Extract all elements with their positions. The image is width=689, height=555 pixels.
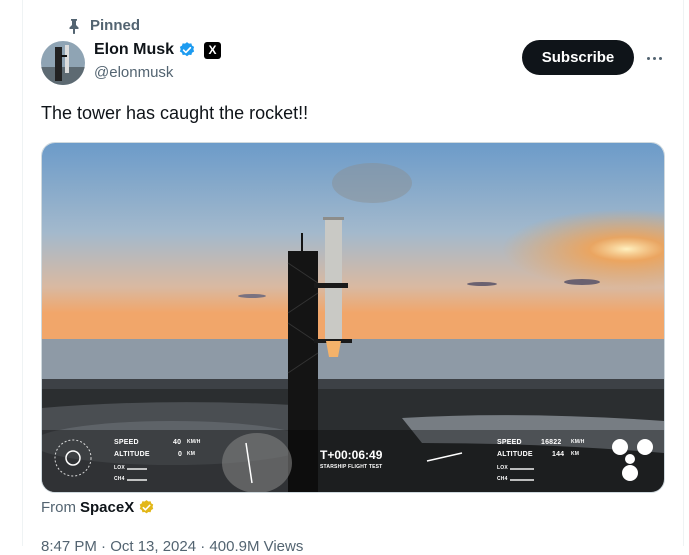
booster-altitude-label: ALTITUDE <box>114 451 150 458</box>
mission-timer: T+00:06:49 <box>320 448 383 462</box>
pin-icon <box>69 18 79 34</box>
booster-speed-label: SPEED <box>114 439 139 446</box>
author-name[interactable]: Elon Musk <box>94 41 174 59</box>
booster-speed-unit: KM/H <box>187 439 201 445</box>
ship-lox-label: LOX <box>497 465 508 471</box>
source-prefix: From <box>41 499 76 516</box>
author-name-row[interactable]: Elon Musk X <box>94 41 222 59</box>
mission-caption: STARSHIP FLIGHT TEST <box>320 464 383 470</box>
booster-speed-value: 40 <box>173 439 182 446</box>
booster-altitude-unit: KM <box>187 451 196 457</box>
subscribe-button[interactable]: Subscribe <box>522 40 634 75</box>
ship-ch4-label: CH4 <box>497 476 508 482</box>
ship-speed-unit: KM/H <box>571 439 585 445</box>
ship-speed-value: 16822 <box>541 439 562 446</box>
tweet-meta[interactable]: 8:47 PM · Oct 13, 2024 · 400.9M Views <box>41 538 303 555</box>
source-attribution: From SpaceX <box>41 499 155 516</box>
ship-ch4-bar <box>510 479 534 481</box>
booster-altitude-value: 0 <box>178 451 183 458</box>
ship-altitude-value: 144 <box>552 451 565 458</box>
ship-altitude-label: ALTITUDE <box>497 451 533 458</box>
booster-lox-bar <box>127 468 147 470</box>
video-player[interactable]: SPEED ALTITUDE 40 KM/H 0 KM LOX CH4 T+00… <box>41 142 665 493</box>
tweet-text: The tower has caught the rocket!! <box>41 103 309 123</box>
ship-lox-bar <box>510 468 534 470</box>
source-name[interactable]: SpaceX <box>80 499 134 516</box>
ship-speed-label: SPEED <box>497 439 522 446</box>
gold-check-icon <box>139 500 154 514</box>
booster-ch4-label: CH4 <box>114 476 125 482</box>
more-icon[interactable] <box>643 48 665 68</box>
author-handle[interactable]: @elonmusk <box>94 64 173 81</box>
affiliate-x-badge-icon: X <box>204 41 222 59</box>
verified-badge-icon <box>179 42 195 57</box>
pinned-label: Pinned <box>90 17 141 34</box>
ship-altitude-unit: KM <box>571 451 580 457</box>
booster-lox-label: LOX <box>114 465 125 471</box>
avatar[interactable] <box>41 41 85 85</box>
pinned-indicator: Pinned <box>68 17 140 34</box>
booster-ch4-bar <box>127 479 147 481</box>
